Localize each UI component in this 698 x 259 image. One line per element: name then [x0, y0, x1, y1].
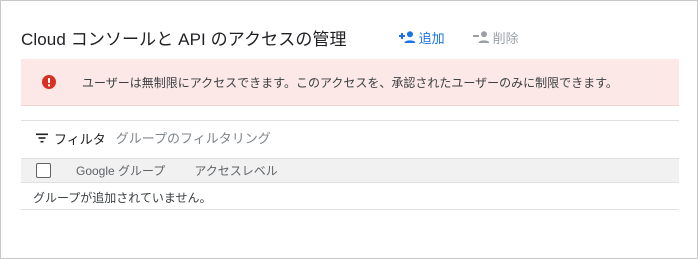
divider — [21, 120, 679, 121]
filter-bar: フィルタ — [21, 127, 679, 149]
error-icon — [42, 75, 56, 89]
select-all-checkbox[interactable] — [36, 163, 51, 178]
banner-message: ユーザーは無制限にアクセスできます。このアクセスを、承認されたユーザーのみに制限… — [82, 75, 618, 90]
person-add-icon — [398, 31, 415, 43]
warning-banner: ユーザーは無制限にアクセスできます。このアクセスを、承認されたユーザーのみに制限… — [21, 59, 679, 106]
header: Cloud コンソールと API のアクセスの管理 追加 削除 — [21, 25, 667, 49]
table-header: Google グループ アクセスレベル — [21, 158, 679, 183]
empty-state-message: グループが追加されていません。 — [33, 191, 212, 205]
page-title: Cloud コンソールと API のアクセスの管理 — [21, 29, 347, 49]
filter-label: フィルタ — [54, 131, 106, 147]
person-remove-icon — [472, 31, 489, 43]
table-bottom-divider — [21, 209, 679, 210]
column-google-group[interactable]: Google グループ — [76, 162, 165, 179]
delete-button-label: 削除 — [492, 30, 519, 46]
filter-icon — [36, 133, 48, 143]
column-access-level[interactable]: アクセスレベル — [194, 162, 277, 179]
dialog-frame: Cloud コンソールと API のアクセスの管理 追加 削除 ユーザーは無制限… — [0, 0, 698, 259]
add-button[interactable]: 追加 — [398, 28, 445, 47]
filter-input[interactable] — [115, 130, 516, 146]
delete-button[interactable]: 削除 — [472, 28, 519, 47]
add-button-label: 追加 — [418, 30, 445, 46]
